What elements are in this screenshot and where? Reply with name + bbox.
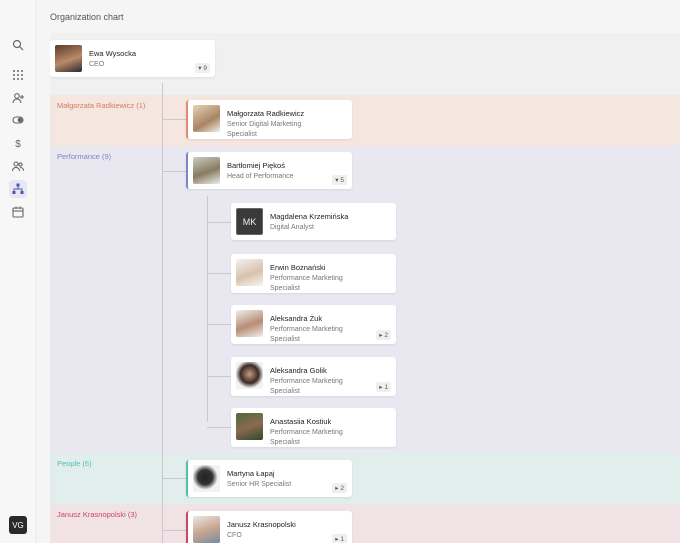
person-title: Head of Performance [227, 173, 294, 180]
reports-count: 2 [340, 485, 344, 492]
page-title: Organization chart [50, 12, 124, 22]
calendar-icon[interactable] [9, 203, 27, 221]
connector-line [207, 196, 208, 422]
avatar [236, 362, 263, 389]
person-title: CEO [89, 61, 105, 68]
group-label: Performance (9) [57, 152, 112, 161]
user-avatar[interactable]: VG [9, 516, 27, 534]
connector-line [162, 83, 163, 543]
connector-line [207, 376, 231, 377]
reports-count-toggle[interactable]: ▸ 2 [332, 483, 347, 493]
person-name: Małgorzata Radkiewicz [227, 109, 305, 118]
reports-count-toggle[interactable]: ▸ 1 [376, 382, 391, 392]
chevron-right-icon: ▸ [335, 536, 339, 543]
chevron-down-icon: ▾ [335, 177, 339, 184]
connector-line [207, 222, 231, 223]
reports-count-toggle[interactable]: ▸ 2 [376, 330, 391, 340]
person-card[interactable]: Aleksandra Żuk Performance Marketing Spe… [231, 305, 396, 344]
person-name: Aleksandra Golik [270, 366, 327, 375]
person-card[interactable]: Bartłomiej Piękoś Head of Performance ▾ … [186, 152, 352, 189]
group-band-krasnopolski: Janusz Krasnopolski (3) [50, 504, 680, 543]
avatar [236, 310, 263, 337]
person-card[interactable]: Erwin Boznański Performance Marketing Sp… [231, 254, 396, 293]
avatar [193, 157, 220, 184]
person-title: Senior Digital Marketing Specialist [227, 121, 302, 138]
avatar [193, 516, 220, 543]
person-name: Martyna Łapaj [227, 469, 275, 478]
group-label: Małgorzata Radkiewicz (1) [57, 101, 146, 110]
person-name: Bartłomiej Piękoś [227, 161, 285, 170]
chevron-right-icon: ▸ [379, 332, 383, 339]
avatar [55, 45, 82, 72]
user-add-icon[interactable] [9, 89, 27, 107]
chevron-down-icon: ▾ [198, 65, 202, 72]
reports-count: 5 [340, 177, 344, 184]
person-title: Performance Marketing Specialist [270, 378, 343, 395]
person-name: Janusz Krasnopolski [227, 520, 296, 529]
person-name: Aleksandra Żuk [270, 314, 323, 323]
group-band-performance: Performance (9) [50, 146, 680, 453]
avatar [236, 259, 263, 286]
person-card[interactable]: Anastasiia Kostiuk Performance Marketing… [231, 408, 396, 447]
people-icon[interactable] [9, 157, 27, 175]
reports-count-toggle[interactable]: ▾ 9 [195, 63, 210, 73]
group-band-people: People (6) [50, 453, 680, 504]
connector-line [162, 171, 186, 172]
person-title: Digital Analyst [270, 224, 314, 231]
person-title: Performance Marketing Specialist [270, 275, 343, 292]
person-name: Erwin Boznański [270, 263, 326, 272]
reports-count: 1 [384, 384, 388, 391]
reports-count: 1 [340, 536, 344, 543]
group-label: People (6) [57, 459, 92, 468]
person-title: Performance Marketing Specialist [270, 429, 343, 446]
group-label: Janusz Krasnopolski (3) [57, 510, 138, 519]
connector-line [207, 324, 231, 325]
person-title: Senior HR Specialist [227, 481, 292, 488]
reports-count: 9 [203, 65, 207, 72]
connector-line [162, 530, 186, 531]
person-name: Magdalena Krzemińska [270, 212, 349, 221]
person-title: CFO [227, 532, 242, 539]
main-area: Organization chart Małgorzata Radkiewicz… [37, 0, 680, 543]
connector-line [207, 427, 231, 428]
org-chart-icon[interactable] [9, 180, 27, 198]
avatar [236, 413, 263, 440]
connector-line [162, 478, 186, 479]
person-card[interactable]: Aleksandra Golik Performance Marketing S… [231, 357, 396, 396]
avatar [193, 105, 220, 132]
group-band-radkiewicz: Małgorzata Radkiewicz (1) [50, 95, 680, 146]
person-name: Ewa Wysocka [89, 49, 137, 58]
search-icon[interactable] [9, 36, 27, 54]
sidebar: $ VG [0, 0, 36, 543]
reports-count: 2 [384, 332, 388, 339]
person-name: Anastasiia Kostiuk [270, 417, 332, 426]
svg-text:$: $ [15, 139, 21, 149]
toggle-icon[interactable] [9, 111, 27, 129]
dollar-icon[interactable]: $ [9, 134, 27, 152]
reports-count-toggle[interactable]: ▸ 1 [332, 534, 347, 543]
grid-icon[interactable] [9, 66, 27, 84]
org-chart-canvas[interactable]: Małgorzata Radkiewicz (1) Performance (9… [50, 33, 680, 543]
person-card-ceo[interactable]: Ewa Wysocka CEO ▾ 9 [50, 40, 215, 77]
person-card[interactable]: Janusz Krasnopolski CFO ▸ 1 [186, 511, 352, 543]
person-card[interactable]: MK Magdalena Krzemińska Digital Analyst [231, 203, 396, 240]
person-title: Performance Marketing Specialist [270, 326, 343, 343]
avatar-initials: MK [236, 208, 263, 235]
chevron-right-icon: ▸ [335, 485, 339, 492]
reports-count-toggle[interactable]: ▾ 5 [332, 175, 347, 185]
chevron-right-icon: ▸ [379, 384, 383, 391]
connector-line [162, 119, 186, 120]
connector-line [207, 273, 231, 274]
avatar [193, 465, 220, 492]
person-card[interactable]: Martyna Łapaj Senior HR Specialist ▸ 2 [186, 460, 352, 497]
person-card[interactable]: Małgorzata Radkiewicz Senior Digital Mar… [186, 100, 352, 139]
